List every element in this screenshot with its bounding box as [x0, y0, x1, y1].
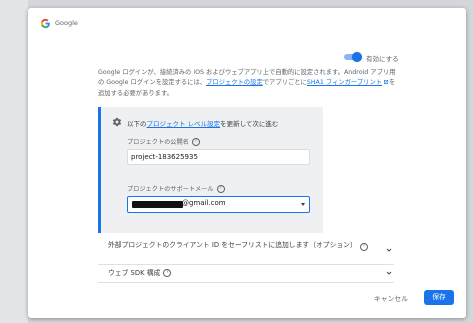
section-web-sdk-config[interactable]: ウェブ SDK 構成? — [98, 264, 394, 283]
public-name-label: プロジェクトの公開名 — [127, 139, 189, 146]
description-text: Google ログインが、接続済みの iOS およびウェブアプリ上で自動的に設定… — [98, 68, 398, 99]
save-button[interactable]: 保存 — [424, 290, 454, 305]
enable-toggle[interactable] — [344, 52, 362, 62]
section-label: 外部プロジェクトのクライアント ID をセーフリストに追加します（オプション）? — [108, 240, 370, 251]
help-icon[interactable]: ? — [216, 184, 225, 193]
gear-icon — [112, 117, 122, 127]
section-web-sdk-label: ウェブ SDK 構成 — [108, 269, 161, 277]
dropdown-caret-icon — [301, 203, 305, 206]
dialog-header: Google — [40, 15, 78, 31]
project-level-settings-link[interactable]: プロジェクト レベル設定 — [147, 120, 221, 128]
cancel-button[interactable]: キャンセル — [374, 293, 408, 303]
google-signin-dialog: Google 有効にする Google ログインが、接続済みの iOS およびウ… — [28, 8, 466, 318]
section-label: ウェブ SDK 構成? — [108, 268, 172, 278]
step-instruction: 以下のプロジェクト レベル設定を更新して次に進む — [127, 118, 278, 128]
support-email-label: プロジェクトのサポートメール — [127, 186, 214, 193]
help-icon[interactable]: ? — [163, 269, 172, 277]
background-left-strip — [0, 0, 28, 323]
support-email-label-row: プロジェクトのサポートメール ? — [127, 184, 225, 193]
project-settings-link[interactable]: プロジェクトの設定 — [206, 79, 263, 86]
step-suffix: を更新して次に進む — [220, 120, 279, 128]
redacted-email-prefix — [132, 201, 183, 208]
section-client-id-label: 外部プロジェクトのクライアント ID をセーフリストに追加します（オプション） — [108, 241, 357, 249]
step-prefix: 以下の — [127, 120, 147, 128]
chevron-down-icon — [386, 248, 392, 252]
dialog-title: Google — [55, 19, 78, 27]
sha1-fingerprint-link[interactable]: SHA1 フィンガープリント — [307, 79, 382, 86]
public-name-input[interactable]: project-183625935 — [127, 149, 310, 165]
toggle-knob — [352, 52, 362, 62]
public-name-label-row: プロジェクトの公開名 ? — [127, 137, 200, 146]
enable-toggle-label: 有効にする — [366, 55, 399, 63]
desc-part2: でアプリごとに — [262, 79, 307, 87]
help-icon[interactable]: ? — [191, 137, 200, 146]
google-g-icon — [40, 18, 50, 28]
chevron-down-icon — [386, 271, 392, 275]
section-client-id-safelist[interactable]: 外部プロジェクトのクライアント ID をセーフリストに追加します（オプション）? — [98, 236, 394, 265]
support-email-value: @gmail.com — [182, 199, 226, 207]
help-icon[interactable]: ? — [359, 243, 368, 251]
support-email-select[interactable]: @gmail.com — [127, 196, 310, 213]
project-settings-panel: 以下のプロジェクト レベル設定を更新して次に進む プロジェクトの公開名 ? pr… — [98, 107, 323, 233]
